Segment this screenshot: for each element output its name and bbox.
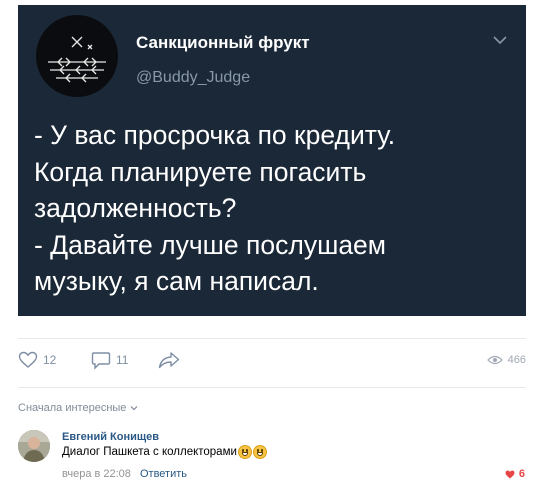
heart-icon bbox=[18, 351, 38, 368]
comments-sort-dropdown[interactable]: Сначала интересные bbox=[18, 402, 138, 414]
tweet-text-line: - Давайте лучше послушаем bbox=[34, 229, 387, 260]
comment-meta: вчера в 22:08 Ответить bbox=[62, 468, 187, 480]
view-count-value: 466 bbox=[507, 354, 526, 366]
chevron-down-icon bbox=[493, 36, 507, 45]
tweet-text-line: - У вас просрочка по кредиту. bbox=[34, 120, 396, 150]
tweet-avatar bbox=[36, 15, 118, 97]
tweet-image[interactable]: Санкционный фрукт @Buddy_Judge - У вас п… bbox=[18, 5, 526, 316]
tweet-handle: @Buddy_Judge bbox=[136, 69, 251, 86]
eye-icon bbox=[486, 355, 503, 365]
reply-link[interactable]: Ответить bbox=[140, 468, 187, 480]
tweet-text: - У вас просрочка по кредиту. Когда план… bbox=[34, 117, 514, 300]
post-actions: 12 11 466 bbox=[18, 350, 526, 374]
comment-avatar[interactable] bbox=[18, 430, 50, 462]
sort-label: Сначала интересные bbox=[18, 402, 127, 414]
share-icon bbox=[158, 352, 180, 369]
comment-author[interactable]: Евгений Конищев bbox=[62, 431, 159, 443]
divider bbox=[18, 387, 526, 388]
comment-button[interactable]: 11 bbox=[91, 350, 128, 370]
grin-emoji-icon bbox=[237, 445, 252, 459]
comment-text: Диалог Пашкета с коллекторами bbox=[62, 445, 267, 459]
tweet-display-name: Санкционный фрукт bbox=[136, 33, 310, 52]
comment-count: 11 bbox=[116, 353, 129, 367]
comment-like-button[interactable]: 6 bbox=[505, 468, 525, 480]
tweet-text-line: музыку, я сам написал. bbox=[34, 266, 319, 296]
comment-icon bbox=[91, 351, 111, 370]
like-button[interactable]: 12 bbox=[18, 350, 56, 370]
divider bbox=[18, 338, 526, 339]
chevron-down-icon bbox=[130, 406, 138, 411]
tweet-text-line: Когда планируете погасить bbox=[34, 156, 367, 187]
tweet-text-line: задолженность? bbox=[34, 193, 237, 223]
grin-emoji-icon bbox=[252, 445, 267, 459]
like-count: 12 bbox=[43, 353, 57, 367]
comment-time[interactable]: вчера в 22:08 bbox=[62, 468, 131, 480]
comment-like-count: 6 bbox=[518, 468, 525, 480]
heart-filled-icon bbox=[505, 470, 515, 478]
comment-text-value: Диалог Пашкета с коллекторами bbox=[62, 446, 237, 458]
view-count: 466 bbox=[486, 350, 526, 370]
share-button[interactable] bbox=[158, 350, 180, 370]
